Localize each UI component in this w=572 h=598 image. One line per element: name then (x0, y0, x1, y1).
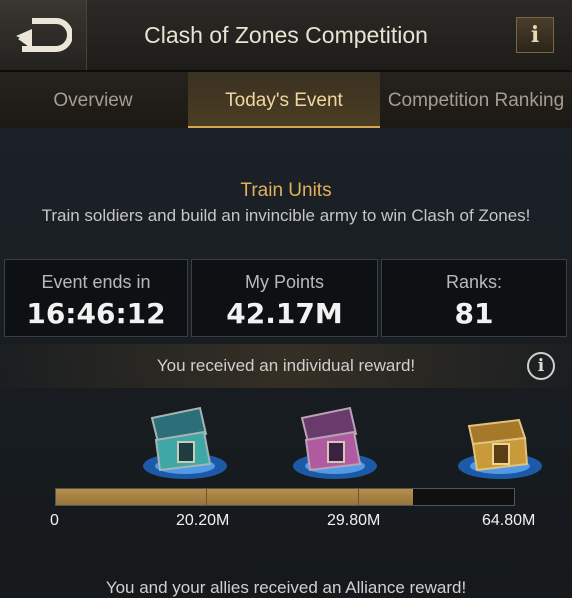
purple-chest-icon[interactable] (290, 404, 380, 484)
milestone-label: 64.80M (482, 512, 536, 529)
stat-label: Ranks: (445, 272, 503, 292)
event-title: Train Units (240, 180, 332, 201)
tab-overview[interactable]: Overview (0, 72, 186, 128)
tab-competition-ranking[interactable]: Competition Ranking (380, 72, 572, 128)
milestone-label: 0 (50, 512, 59, 529)
reward-notice: You received an individual reward! (0, 344, 572, 388)
page-title: Clash of Zones Competition (144, 22, 428, 48)
teal-chest-icon[interactable] (140, 404, 230, 484)
countdown-timer: 16:46:12 (26, 297, 166, 330)
alliance-reward-text: You and your allies received an Alliance… (105, 578, 467, 597)
info-icon[interactable]: i (527, 352, 555, 380)
tab-bar: Overview Today's Event Competition Ranki… (0, 72, 572, 128)
points-value: 42.17M (226, 297, 343, 330)
header-bar: Clash of Zones Competition i (0, 0, 572, 72)
stat-my-points: My Points 42.17M (191, 259, 378, 337)
milestone-label: 29.80M (327, 512, 381, 529)
milestone-label: 20.20M (176, 512, 230, 529)
back-arrow-icon (16, 18, 72, 52)
notice-text: You received an individual reward! (156, 356, 416, 375)
milestone-divider (358, 489, 359, 505)
tab-todays-event[interactable]: Today's Event (188, 72, 380, 128)
rank-value: 81 (454, 297, 494, 330)
event-description: Train soldiers and build an invincible a… (41, 206, 531, 225)
milestone-divider (206, 489, 207, 505)
reward-progress-bar (55, 488, 515, 506)
gold-chest-icon[interactable] (455, 404, 545, 484)
stat-label: Event ends in (41, 272, 151, 292)
stat-label: My Points (244, 272, 325, 292)
back-button[interactable] (0, 0, 87, 70)
stat-ranks: Ranks: 81 (381, 259, 567, 337)
stat-event-ends: Event ends in 16:46:12 (4, 259, 188, 337)
progress-fill (56, 489, 414, 505)
info-button[interactable]: i (516, 17, 554, 53)
